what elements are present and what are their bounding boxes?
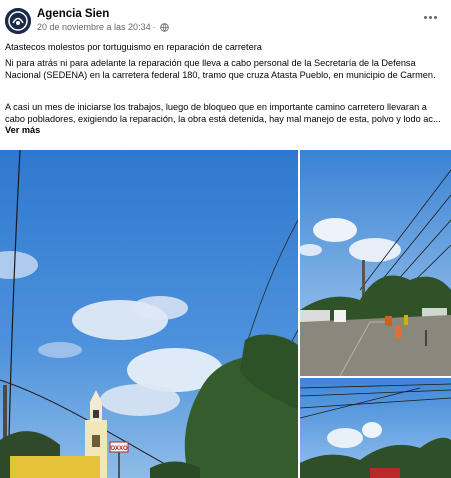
globe-icon[interactable]: [159, 23, 169, 34]
post-title: Atastecos molestos por tortuguismo en re…: [5, 42, 262, 52]
post-paragraph-1: Ni para atrás ni para adelante la repara…: [5, 58, 436, 80]
page-name[interactable]: Agencia Sien: [37, 8, 109, 20]
photo-power-lines[interactable]: [300, 378, 451, 478]
facebook-post: Agencia Sien 20 de noviembre a las 20:34…: [0, 0, 451, 478]
more-dot: [429, 16, 432, 19]
post-paragraph-2-text: A casi un mes de iniciarse los trabajos,…: [5, 102, 441, 124]
post-paragraph-2: A casi un mes de iniciarse los trabajos,…: [5, 102, 445, 137]
photo-road-trees[interactable]: [300, 150, 451, 376]
post-header: Agencia Sien 20 de noviembre a las 20:34…: [0, 0, 451, 40]
more-options-button[interactable]: [421, 10, 441, 26]
post-meta: 20 de noviembre a las 20:34 ·: [37, 22, 169, 34]
photo-main-sky-church[interactable]: OXXO: [0, 150, 298, 478]
page-avatar[interactable]: [5, 8, 31, 34]
post-timestamp[interactable]: 20 de noviembre a las 20:34: [37, 22, 151, 32]
more-dot: [434, 16, 437, 19]
meta-separator: ·: [152, 22, 156, 32]
photo-grid: OXXO: [0, 150, 451, 478]
store-sign: OXXO: [110, 446, 128, 452]
see-more-link[interactable]: Ver más: [5, 125, 40, 135]
avatar-logo-icon: [5, 8, 31, 34]
more-horizontal-icon: [424, 16, 427, 19]
